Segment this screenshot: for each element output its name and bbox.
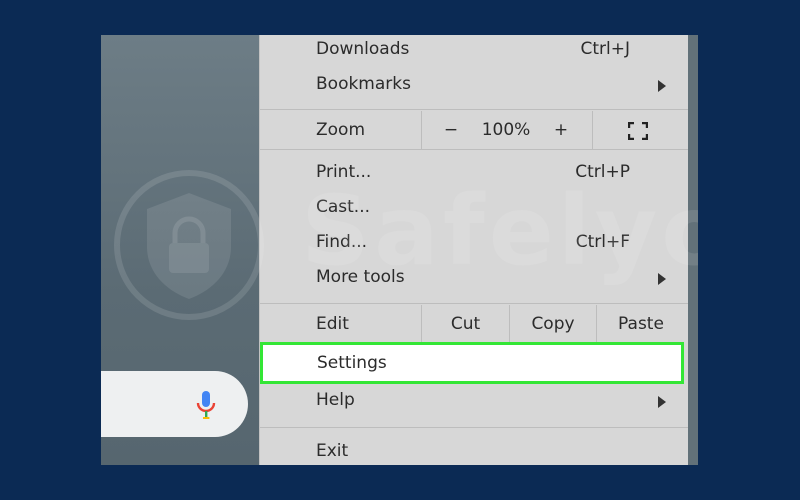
- menu-divider: [260, 303, 688, 304]
- more-tools-label: More tools: [316, 267, 405, 287]
- menu-item-exit[interactable]: Exit: [260, 435, 688, 465]
- screenshot-frame: Downloads Ctrl+J Bookmarks Zoom − 100% +…: [101, 35, 698, 465]
- find-label: Find...: [316, 232, 368, 252]
- menu-item-cast[interactable]: Cast...: [260, 191, 688, 225]
- cut-button[interactable]: Cut: [422, 305, 509, 343]
- zoom-in-button[interactable]: +: [546, 111, 576, 149]
- menu-item-bookmarks[interactable]: Bookmarks: [260, 68, 688, 102]
- menu-item-print[interactable]: Print... Ctrl+P: [260, 156, 688, 190]
- menu-row-zoom: Zoom − 100% +: [260, 111, 688, 149]
- menu-item-downloads[interactable]: Downloads Ctrl+J: [260, 35, 688, 67]
- zoom-label: Zoom: [316, 120, 366, 140]
- find-shortcut: Ctrl+F: [575, 232, 630, 252]
- chevron-right-icon: [658, 80, 666, 92]
- zoom-value: 100%: [481, 120, 531, 140]
- print-label: Print...: [316, 162, 372, 182]
- menu-item-more-tools[interactable]: More tools: [260, 261, 688, 295]
- menu-row-edit: Edit Cut Copy Paste: [260, 305, 688, 343]
- print-shortcut: Ctrl+P: [575, 162, 630, 182]
- downloads-shortcut: Ctrl+J: [580, 39, 630, 59]
- exit-label: Exit: [316, 441, 349, 461]
- browser-edge: [687, 35, 698, 465]
- bookmarks-label: Bookmarks: [316, 74, 411, 94]
- menu-divider: [260, 427, 688, 428]
- settings-label: Settings: [317, 353, 387, 373]
- zoom-divider: [421, 111, 422, 149]
- copy-button[interactable]: Copy: [510, 305, 596, 343]
- cast-label: Cast...: [316, 197, 371, 217]
- browser-menu: Downloads Ctrl+J Bookmarks Zoom − 100% +…: [259, 35, 688, 465]
- microphone-icon[interactable]: [193, 389, 219, 421]
- help-label: Help: [316, 390, 355, 410]
- paste-button[interactable]: Paste: [597, 305, 685, 343]
- menu-item-find[interactable]: Find... Ctrl+F: [260, 226, 688, 260]
- chevron-right-icon: [658, 273, 666, 285]
- edit-label: Edit: [316, 314, 349, 334]
- menu-item-settings[interactable]: Settings: [260, 342, 684, 384]
- menu-item-help[interactable]: Help: [260, 384, 688, 418]
- menu-divider: [260, 109, 688, 110]
- zoom-out-button[interactable]: −: [436, 111, 466, 149]
- menu-divider: [260, 149, 688, 150]
- zoom-divider: [592, 111, 593, 149]
- chevron-right-icon: [658, 396, 666, 408]
- fullscreen-icon[interactable]: [628, 122, 648, 140]
- search-bar[interactable]: [101, 371, 248, 437]
- downloads-label: Downloads: [316, 39, 410, 59]
